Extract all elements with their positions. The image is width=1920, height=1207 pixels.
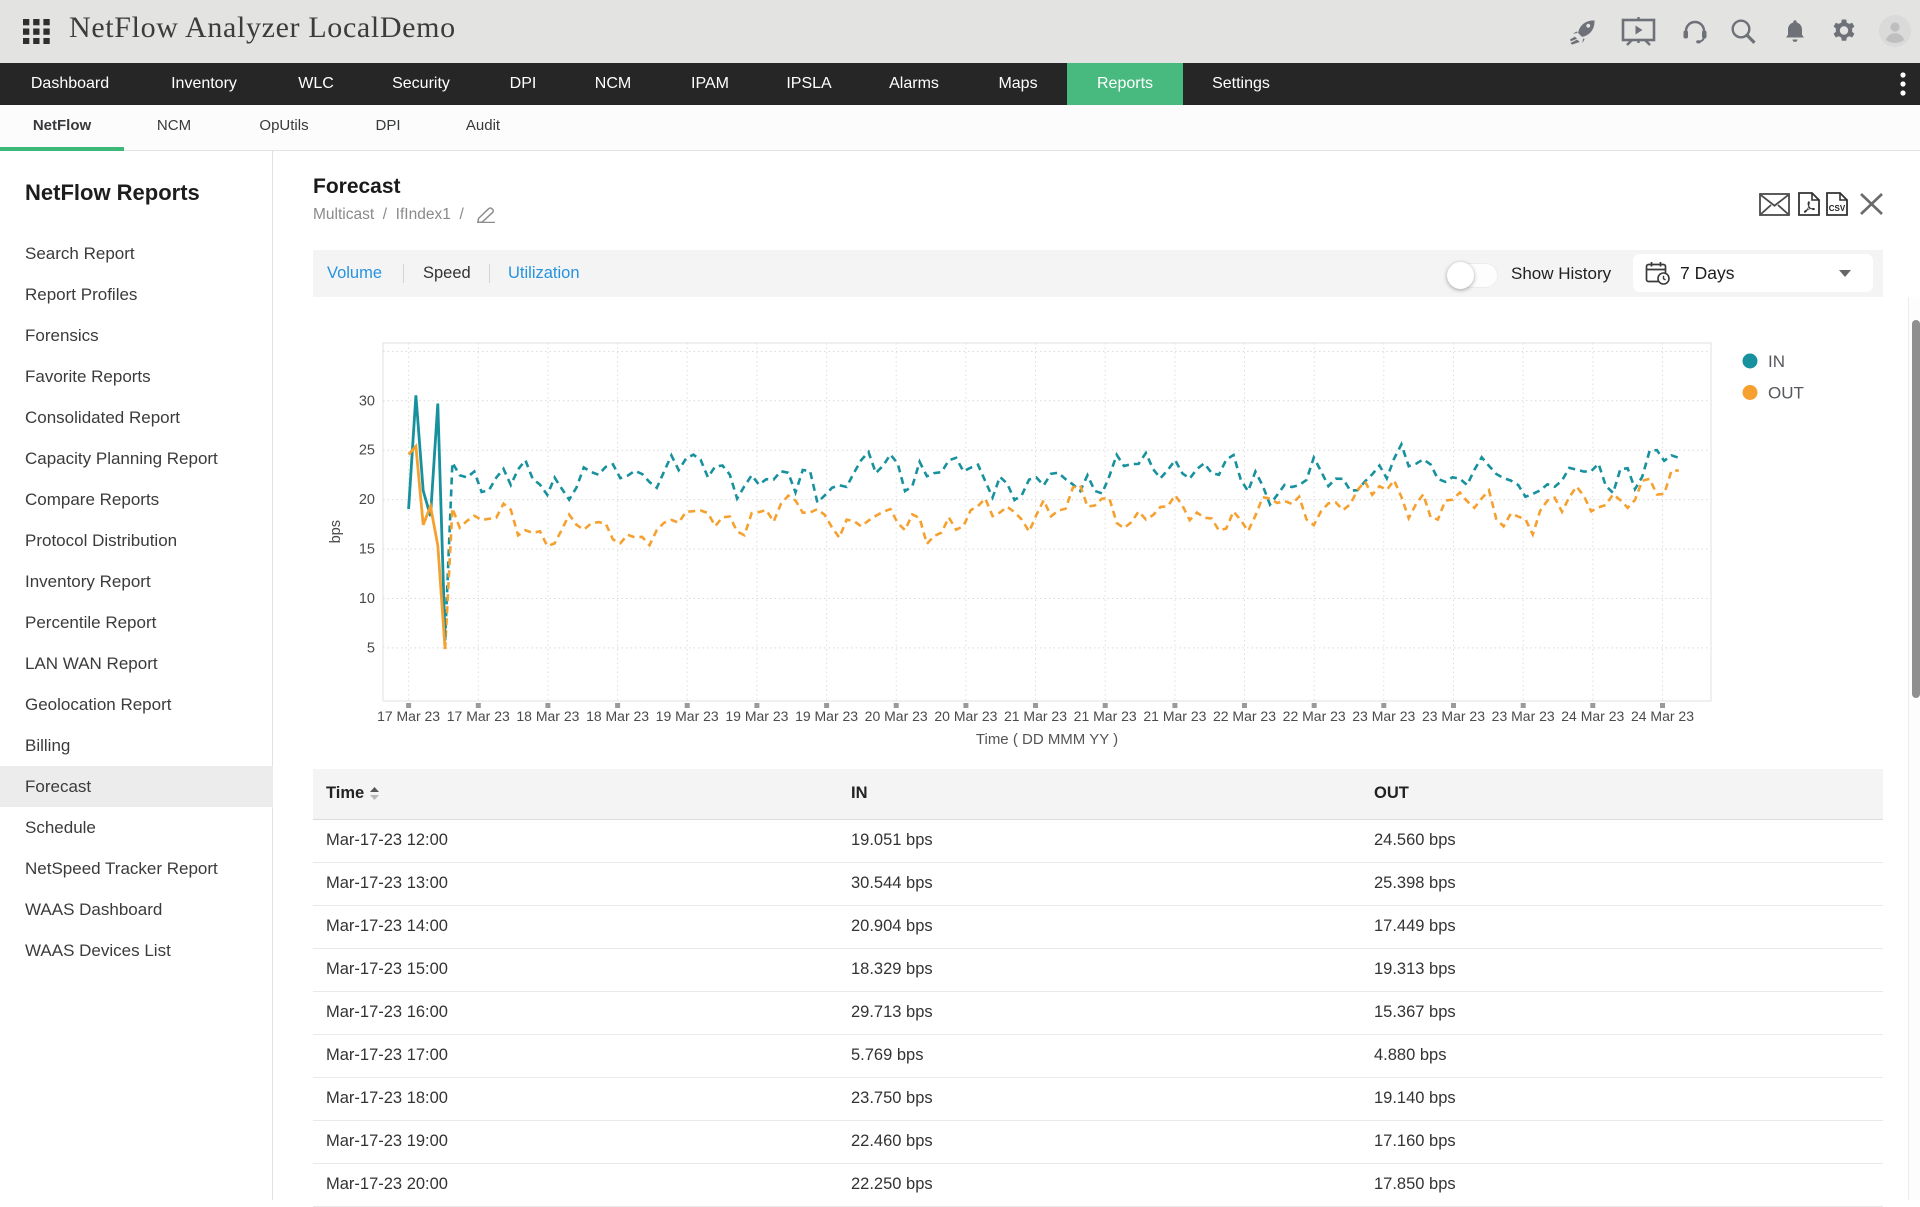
svg-text:5: 5 (367, 640, 375, 656)
svg-text:24 Mar 23: 24 Mar 23 (1561, 708, 1624, 724)
svg-text:19 Mar 23: 19 Mar 23 (725, 708, 788, 724)
svg-text:23 Mar 23: 23 Mar 23 (1492, 708, 1555, 724)
svg-text:Time ( DD MMM YY ): Time ( DD MMM YY ) (976, 731, 1118, 748)
svg-text:20 Mar 23: 20 Mar 23 (865, 708, 928, 724)
svg-text:17 Mar 23: 17 Mar 23 (447, 708, 510, 724)
svg-text:23 Mar 23: 23 Mar 23 (1422, 708, 1485, 724)
svg-text:23 Mar 23: 23 Mar 23 (1352, 708, 1415, 724)
svg-text:30: 30 (359, 393, 375, 409)
svg-text:OUT: OUT (1768, 384, 1804, 403)
svg-text:bps: bps (328, 520, 344, 543)
svg-text:18 Mar 23: 18 Mar 23 (586, 708, 649, 724)
svg-text:20 Mar 23: 20 Mar 23 (934, 708, 997, 724)
svg-text:22 Mar 23: 22 Mar 23 (1213, 708, 1276, 724)
svg-text:19 Mar 23: 19 Mar 23 (795, 708, 858, 724)
svg-text:19 Mar 23: 19 Mar 23 (656, 708, 719, 724)
svg-text:CSV: CSV (1829, 204, 1846, 213)
svg-text:20: 20 (359, 492, 375, 508)
svg-text:24 Mar 23: 24 Mar 23 (1631, 708, 1694, 724)
svg-text:IN: IN (1768, 352, 1785, 371)
svg-text:25: 25 (359, 443, 375, 459)
svg-text:10: 10 (359, 591, 375, 607)
svg-text:15: 15 (359, 542, 375, 558)
svg-text:21 Mar 23: 21 Mar 23 (1074, 708, 1137, 724)
svg-text:22 Mar 23: 22 Mar 23 (1283, 708, 1346, 724)
svg-text:21 Mar 23: 21 Mar 23 (1004, 708, 1067, 724)
svg-text:18 Mar 23: 18 Mar 23 (516, 708, 579, 724)
svg-text:17 Mar 23: 17 Mar 23 (377, 708, 440, 724)
svg-text:21 Mar 23: 21 Mar 23 (1143, 708, 1206, 724)
